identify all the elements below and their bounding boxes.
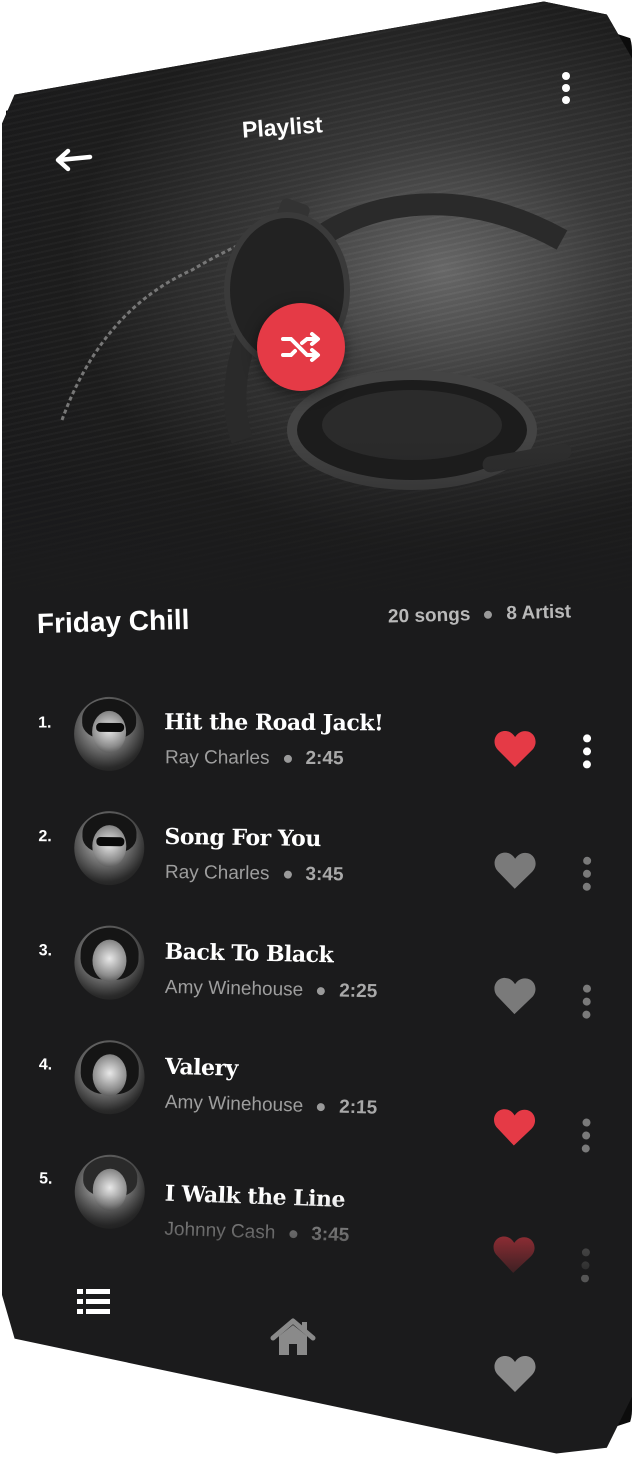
track-title: Valery — [164, 1053, 239, 1082]
track-artist: Amy Winehouse — [164, 976, 304, 1001]
track-menu-icon[interactable] — [579, 1117, 594, 1157]
track-title: I Walk the Line — [164, 1180, 346, 1213]
track-title: Back To Black — [164, 938, 334, 969]
track-artist: Johnny Cash — [164, 1218, 276, 1244]
artist-avatar — [73, 696, 145, 772]
track-duration: 3:45 — [305, 863, 344, 886]
separator-dot — [317, 1103, 326, 1112]
track-number: 4. — [38, 1056, 53, 1074]
heart-icon[interactable] — [492, 1107, 537, 1148]
track-menu-icon[interactable] — [579, 984, 594, 1024]
track-row[interactable]: 2. Song For You Ray Charles 3:45 — [2, 810, 632, 929]
track-number: 3. — [38, 942, 53, 960]
track-menu-icon[interactable] — [580, 733, 594, 773]
track-title: Hit the Road Jack! — [164, 709, 384, 737]
separator-dot — [317, 987, 326, 996]
separator-dot — [283, 754, 292, 763]
heart-icon[interactable] — [493, 850, 538, 891]
screen: Playlist Friday Chill 20 songs 8 Artist — [0, 0, 636, 1458]
track-number: 1. — [38, 714, 52, 732]
heart-icon — [494, 1356, 536, 1392]
home-icon — [270, 1318, 316, 1355]
track-list: 1. Hit the Road Jack! Ray Charles 2:45 2… — [2, 1, 632, 1453]
heart-icon[interactable] — [492, 976, 537, 1017]
separator-dot — [289, 1230, 298, 1239]
track-artist: Ray Charles — [164, 861, 270, 885]
track-row[interactable]: 1. Hit the Road Jack! Ray Charles 2:45 — [2, 696, 632, 809]
track-number: 5. — [38, 1170, 53, 1188]
tab-playlists[interactable] — [76, 1286, 112, 1322]
track-duration: 2:45 — [305, 747, 344, 770]
heart-icon[interactable] — [493, 729, 537, 769]
phone-frame: Playlist Friday Chill 20 songs 8 Artist — [2, 1, 632, 1454]
track-number: 2. — [38, 828, 52, 846]
artist-avatar — [73, 924, 146, 1001]
tab-favorites[interactable] — [492, 1354, 538, 1394]
heart-icon[interactable] — [491, 1234, 536, 1276]
track-artist: Amy Winehouse — [164, 1091, 304, 1117]
list-icon — [77, 1289, 110, 1314]
track-title: Song For You — [164, 823, 322, 853]
separator-dot — [283, 870, 292, 879]
artist-avatar — [73, 1039, 146, 1116]
artist-avatar — [73, 1153, 147, 1230]
track-row[interactable]: 4. Valery Amy Winehouse 2:15 — [2, 1037, 632, 1165]
track-duration: 3:45 — [310, 1223, 350, 1247]
artist-avatar — [73, 810, 145, 886]
track-duration: 2:15 — [338, 1096, 378, 1119]
track-menu-icon[interactable] — [580, 856, 595, 896]
track-artist: Ray Charles — [164, 747, 270, 769]
track-duration: 2:25 — [339, 980, 378, 1003]
track-row[interactable]: 3. Back To Black Amy Winehouse 2:25 — [2, 923, 632, 1046]
tab-home[interactable] — [270, 1318, 316, 1358]
track-row[interactable]: 5. I Walk the Line Johnny Cash 3:45 — [2, 1151, 632, 1283]
track-menu-icon[interactable] — [578, 1247, 593, 1287]
